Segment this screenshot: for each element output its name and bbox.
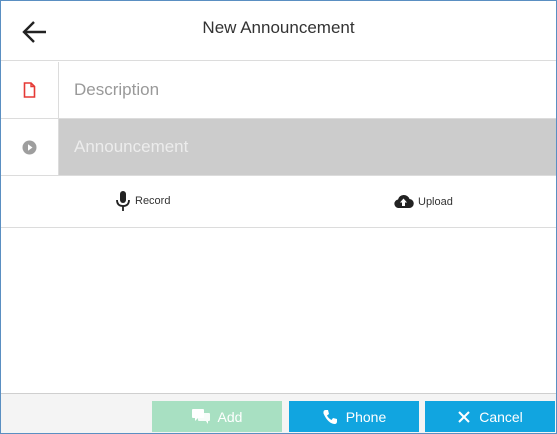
record-label: Record (135, 195, 171, 207)
announcement-row (1, 119, 556, 176)
chat-icon (191, 409, 210, 424)
cloud-upload-icon (394, 194, 414, 209)
cancel-button[interactable]: Cancel (425, 401, 555, 432)
record-button[interactable]: Record (115, 190, 170, 212)
upload-button[interactable]: Upload (393, 194, 453, 209)
phone-icon (322, 409, 338, 425)
header: New Announcement (1, 1, 556, 61)
upload-label: Upload (418, 195, 453, 208)
play-circle-icon (22, 140, 37, 154)
description-icon-cell (1, 62, 59, 118)
record-upload-bar: Record Upload (1, 176, 556, 228)
announcement-input[interactable] (59, 119, 556, 175)
microphone-icon (116, 191, 130, 211)
announcement-icon-cell (1, 119, 59, 175)
phone-button[interactable]: Phone (289, 401, 419, 432)
phone-label: Phone (345, 408, 387, 425)
add-label: Add (217, 408, 243, 425)
add-button[interactable]: Add (152, 401, 282, 432)
close-icon (457, 410, 471, 424)
page-title: New Announcement (202, 18, 355, 37)
announcement-dialog: New Announcement Record (0, 0, 557, 434)
description-row (1, 62, 556, 119)
cancel-label: Cancel (479, 408, 523, 425)
footer-bar: Add Phone Cancel (1, 393, 556, 433)
description-input[interactable] (59, 62, 556, 118)
file-icon (23, 82, 36, 98)
